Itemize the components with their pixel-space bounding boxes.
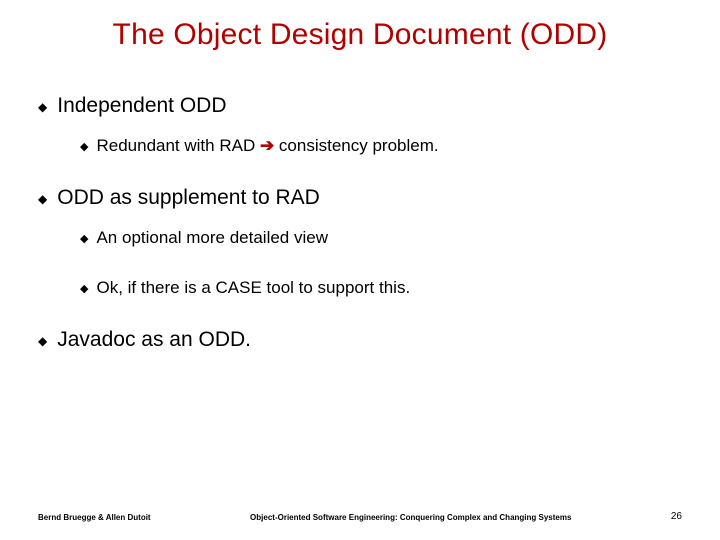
subbullet-icon: ◆ [80, 140, 88, 153]
footer: Bernd Bruegge & Allen Dutoit Object-Orie… [0, 511, 720, 522]
text-fragment: Redundant with RAD [96, 136, 259, 155]
footer-title: Object-Oriented Software Engineering: Co… [151, 513, 671, 522]
subbullet-text: Ok, if there is a CASE tool to support t… [96, 278, 410, 298]
list-item: ◆ ODD as supplement to RAD [38, 186, 682, 210]
bullet-text: Javadoc as an ODD. [57, 328, 251, 352]
list-item: ◆ Independent ODD [38, 94, 682, 118]
subbullet-text: Redundant with RAD ➔ consistency problem… [96, 136, 438, 156]
list-item: ◆ An optional more detailed view [80, 228, 682, 248]
arrow-icon: ➔ [260, 136, 274, 155]
slide: The Object Design Document (ODD) ◆ Indep… [0, 0, 720, 540]
list-item: ◆ Javadoc as an ODD. [38, 328, 682, 352]
diamond-icon: ◆ [38, 100, 47, 114]
subbullet-text: An optional more detailed view [96, 228, 328, 248]
bullet-list: ◆ Independent ODD ◆ Redundant with RAD ➔… [38, 94, 682, 352]
subbullet-icon: ◆ [80, 232, 88, 245]
diamond-icon: ◆ [38, 334, 47, 348]
text-fragment: consistency problem. [274, 136, 438, 155]
bullet-text: Independent ODD [57, 94, 226, 118]
slide-title: The Object Design Document (ODD) [38, 18, 682, 52]
list-item: ◆ Redundant with RAD ➔ consistency probl… [80, 136, 682, 156]
list-item: ◆ Ok, if there is a CASE tool to support… [80, 278, 682, 298]
footer-authors: Bernd Bruegge & Allen Dutoit [38, 513, 151, 522]
diamond-icon: ◆ [38, 192, 47, 206]
page-number: 26 [671, 511, 682, 522]
bullet-text: ODD as supplement to RAD [57, 186, 320, 210]
subbullet-icon: ◆ [80, 282, 88, 295]
